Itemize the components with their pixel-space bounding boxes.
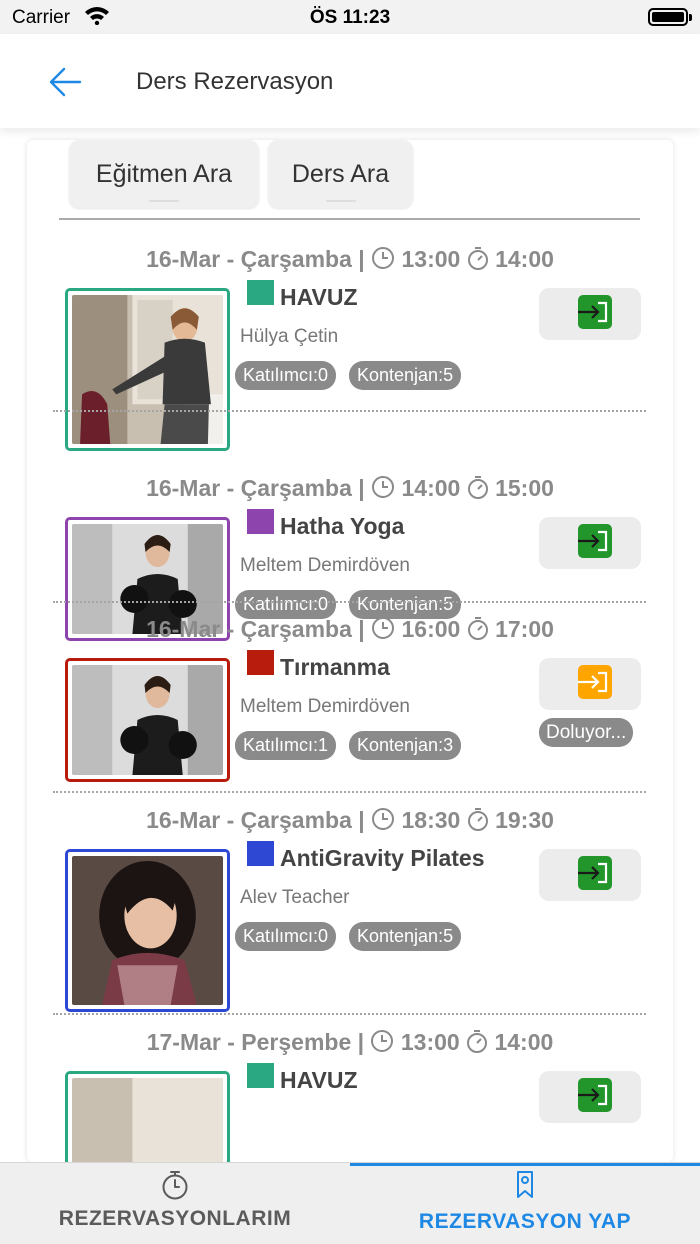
stopwatch-icon — [162, 1171, 188, 1200]
lesson-panel: Eğitmen Ara Ders Ara 16-Mar - Çarşamba |… — [27, 140, 673, 1162]
teacher-name: Meltem Demirdöven — [240, 696, 410, 717]
lesson-start-time: 16:00 — [401, 616, 461, 642]
back-button[interactable] — [44, 62, 84, 102]
capacity-badge: Kontenjan:3 — [349, 731, 462, 760]
stopwatch-icon — [467, 1030, 488, 1053]
lesson-date: 16-Mar - Çarşamba | — [146, 616, 365, 642]
lesson-datetime: 16-Mar - Çarşamba | 16:00 17:00 — [27, 616, 673, 643]
lesson-end-time: 19:30 — [495, 807, 554, 833]
lesson-date: 16-Mar - Çarşamba | — [146, 807, 365, 833]
lesson-row: 16-Mar - Çarşamba | 13:00 14:00 HAVUZ Hü… — [27, 232, 673, 451]
lesson-list: 16-Mar - Çarşamba | 13:00 14:00 HAVUZ Hü… — [27, 232, 673, 1162]
lesson-name: AntiGravity Pilates — [280, 845, 485, 871]
lesson-color-indicator — [247, 509, 274, 534]
book-button[interactable] — [539, 1071, 641, 1123]
book-button[interactable] — [539, 658, 641, 710]
clock-icon — [372, 617, 395, 639]
enter-icon — [578, 524, 612, 558]
tab-label: REZERVASYON YAP — [418, 1210, 632, 1233]
lesson-start-time: 13:00 — [400, 1029, 460, 1055]
lesson-end-time: 14:00 — [495, 246, 554, 272]
participants-badge: Katılımcı:1 — [235, 731, 337, 760]
enter-icon — [578, 665, 612, 699]
stopwatch-icon — [467, 476, 488, 499]
tab-label: REZERVASYONLARIM — [58, 1207, 292, 1230]
lesson-date: 17-Mar - Perşembe | — [146, 1029, 365, 1055]
clock-icon — [371, 1030, 394, 1052]
stopwatch-icon — [467, 247, 488, 270]
bookmark-icon — [517, 1171, 533, 1198]
book-button[interactable] — [539, 288, 641, 340]
lesson-start-time: 13:00 — [401, 246, 461, 272]
lesson-datetime: 16-Mar - Çarşamba | 13:00 14:00 — [27, 246, 673, 273]
status-bar: Carrier ÖS 11:23 — [0, 0, 700, 34]
lesson-color-indicator — [247, 1063, 274, 1088]
clock-icon — [372, 247, 395, 269]
capacity-badge: Kontenjan:5 — [349, 922, 462, 951]
search-instructor-label: Eğitmen Ara — [95, 159, 233, 188]
lesson-color-indicator — [247, 280, 274, 305]
enter-icon — [578, 295, 612, 329]
search-divider — [59, 218, 640, 220]
tab-bar: REZERVASYONLARIM REZERVASYON YAP — [0, 1162, 700, 1244]
instructor-image — [72, 665, 223, 775]
clock-icon — [372, 476, 395, 498]
instructor-photo[interactable] — [65, 288, 230, 451]
search-lesson-button[interactable]: Ders Ara — [268, 140, 413, 208]
instructor-image — [72, 295, 223, 444]
lesson-datetime: 16-Mar - Çarşamba | 18:30 19:30 — [27, 807, 673, 834]
book-button[interactable] — [539, 849, 641, 901]
lesson-name: Tırmanma — [280, 654, 390, 680]
instructor-photo[interactable] — [65, 658, 230, 782]
clock: ÖS 11:23 — [309, 7, 391, 28]
lesson-end-time: 17:00 — [495, 616, 554, 642]
lesson-end-time: 15:00 — [495, 475, 554, 501]
lesson-datetime: 17-Mar - Perşembe | 13:00 14:00 — [27, 1029, 673, 1056]
stopwatch-icon — [467, 617, 488, 640]
search-lesson-label: Ders Ara — [291, 159, 390, 188]
instructor-photo[interactable] — [65, 1071, 230, 1162]
lesson-color-indicator — [247, 841, 274, 866]
lesson-end-time: 14:00 — [494, 1029, 554, 1055]
lesson-color-indicator — [247, 650, 274, 675]
lesson-row: 16-Mar - Çarşamba | 18:30 19:30 AntiGrav… — [27, 793, 673, 1015]
lesson-name: Hatha Yoga — [280, 513, 405, 539]
instructor-image — [72, 856, 223, 1005]
teacher-name: Hülya Çetin — [240, 326, 339, 347]
lesson-start-time: 18:30 — [401, 807, 461, 833]
search-instructor-button[interactable]: Eğitmen Ara — [69, 140, 259, 208]
lesson-row: 16-Mar - Çarşamba | 16:00 17:00 Tırmanma… — [27, 602, 673, 793]
capacity-badge: Kontenjan:5 — [349, 361, 462, 390]
filling-badge: Doluyor... — [539, 718, 634, 747]
lesson-date: 16-Mar - Çarşamba | — [146, 475, 365, 501]
lesson-name: HAVUZ — [280, 284, 358, 310]
tab-make-reservation[interactable]: REZERVASYON YAP — [350, 1163, 700, 1244]
app-header: Ders Rezervasyon — [0, 34, 700, 128]
book-button[interactable] — [539, 517, 641, 569]
row-divider — [53, 410, 646, 412]
lesson-date: 16-Mar - Çarşamba | — [146, 246, 365, 272]
tab-my-reservations[interactable]: REZERVASYONLARIM — [0, 1163, 350, 1244]
enter-icon — [578, 1078, 612, 1112]
teacher-name: Alev Teacher — [240, 887, 350, 908]
battery-icon — [648, 8, 692, 26]
instructor-photo[interactable] — [65, 849, 230, 1012]
lesson-datetime: 16-Mar - Çarşamba | 14:00 15:00 — [27, 475, 673, 502]
teacher-name: Meltem Demirdöven — [240, 555, 410, 576]
stopwatch-icon — [467, 808, 488, 831]
clock-icon — [372, 808, 395, 830]
instructor-image — [72, 1078, 223, 1162]
enter-icon — [578, 856, 612, 890]
lesson-name: HAVUZ — [280, 1067, 358, 1093]
participants-badge: Katılımcı:0 — [235, 922, 337, 951]
lesson-start-time: 14:00 — [401, 475, 461, 501]
lesson-row: 17-Mar - Perşembe | 13:00 14:00 HAVUZ — [27, 1015, 673, 1162]
participants-badge: Katılımcı:0 — [235, 361, 337, 390]
page-title: Ders Rezervasyon — [136, 68, 334, 95]
